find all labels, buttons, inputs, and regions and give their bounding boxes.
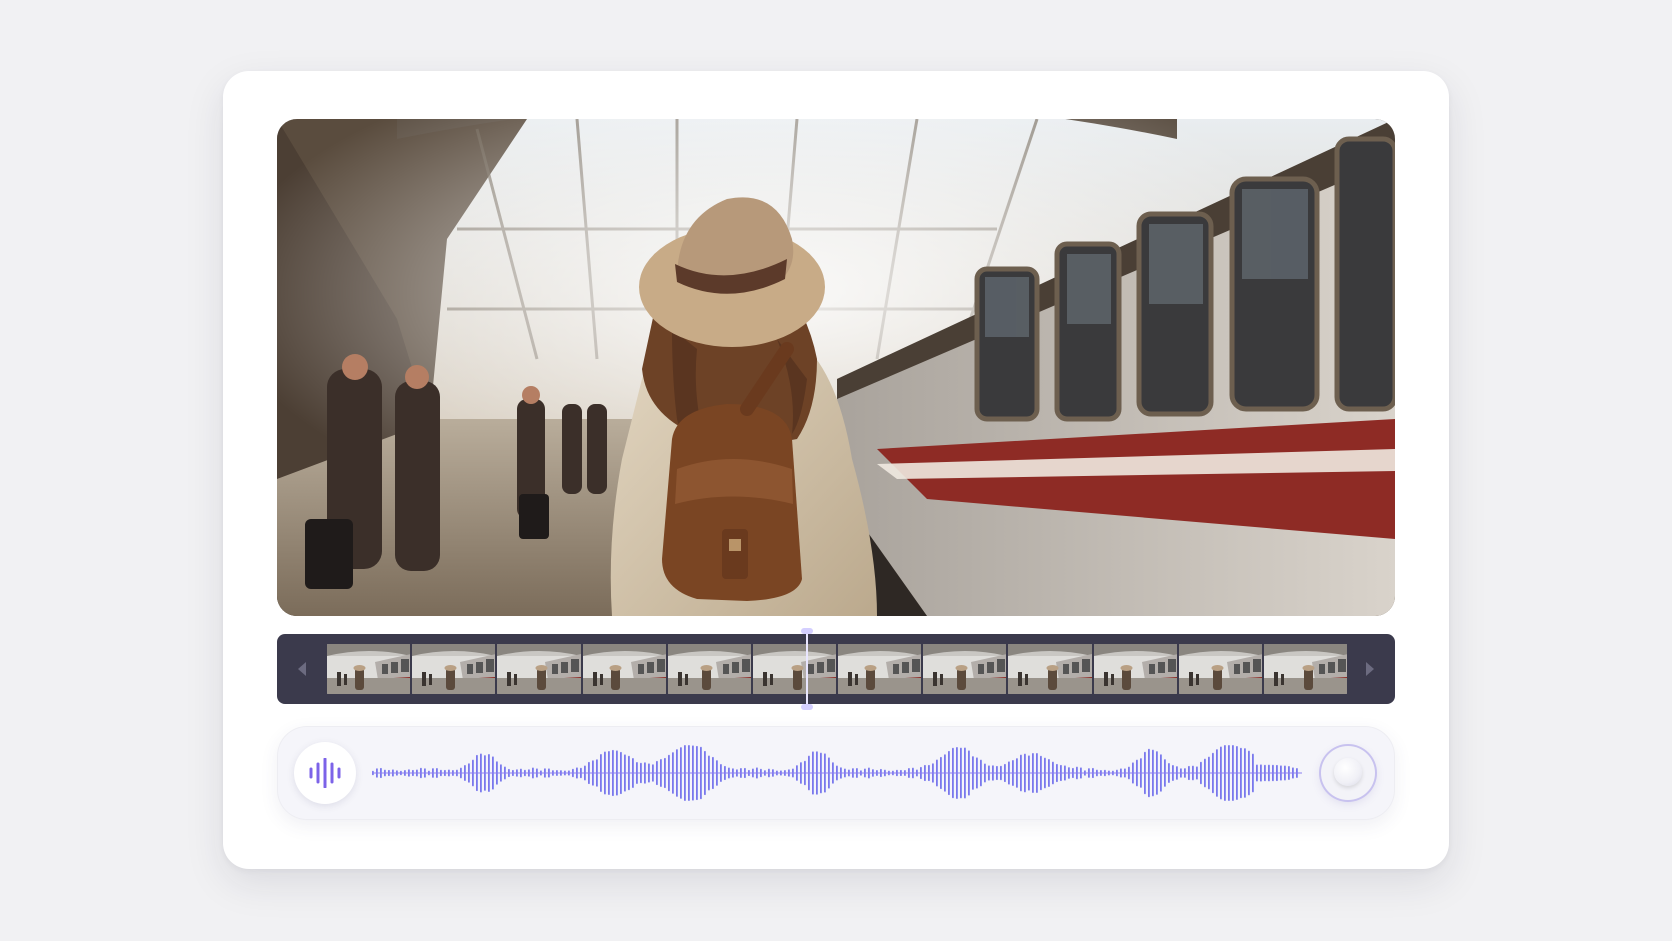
scroll-right-button[interactable] — [1359, 656, 1381, 682]
thumbnail-strip[interactable] — [327, 644, 1347, 694]
timeline-frame[interactable] — [1008, 644, 1092, 694]
timeline-frame[interactable] — [1178, 644, 1262, 694]
volume-knob-handle[interactable] — [1334, 758, 1362, 786]
video-preview[interactable] — [277, 119, 1395, 616]
audio-wave-icon — [309, 758, 341, 788]
timeline-frame[interactable] — [327, 644, 411, 694]
timeline-frame[interactable] — [412, 644, 496, 694]
video-frame-image — [277, 119, 1395, 616]
timeline-frame[interactable] — [1093, 644, 1177, 694]
timeline-frame[interactable] — [497, 644, 581, 694]
timeline-frame[interactable] — [667, 644, 751, 694]
chevron-left-icon — [298, 662, 306, 676]
frame-timeline[interactable] — [277, 628, 1395, 710]
timeline-frame[interactable] — [582, 644, 666, 694]
timeline-frame[interactable] — [923, 644, 1007, 694]
scroll-left-button[interactable] — [291, 656, 313, 682]
playhead-bottom-knob[interactable] — [801, 704, 814, 710]
volume-knob[interactable] — [1321, 746, 1375, 800]
playhead-top-knob[interactable] — [801, 628, 814, 634]
timeline-frame[interactable] — [1263, 644, 1347, 694]
timeline-frame[interactable] — [752, 644, 837, 694]
chevron-right-icon — [1366, 662, 1374, 676]
audio-track-button[interactable] — [294, 742, 356, 804]
audio-waveform[interactable] — [372, 743, 1302, 803]
timeline-frame[interactable] — [838, 644, 922, 694]
audio-track — [277, 726, 1395, 820]
video-editor-card — [223, 71, 1449, 869]
